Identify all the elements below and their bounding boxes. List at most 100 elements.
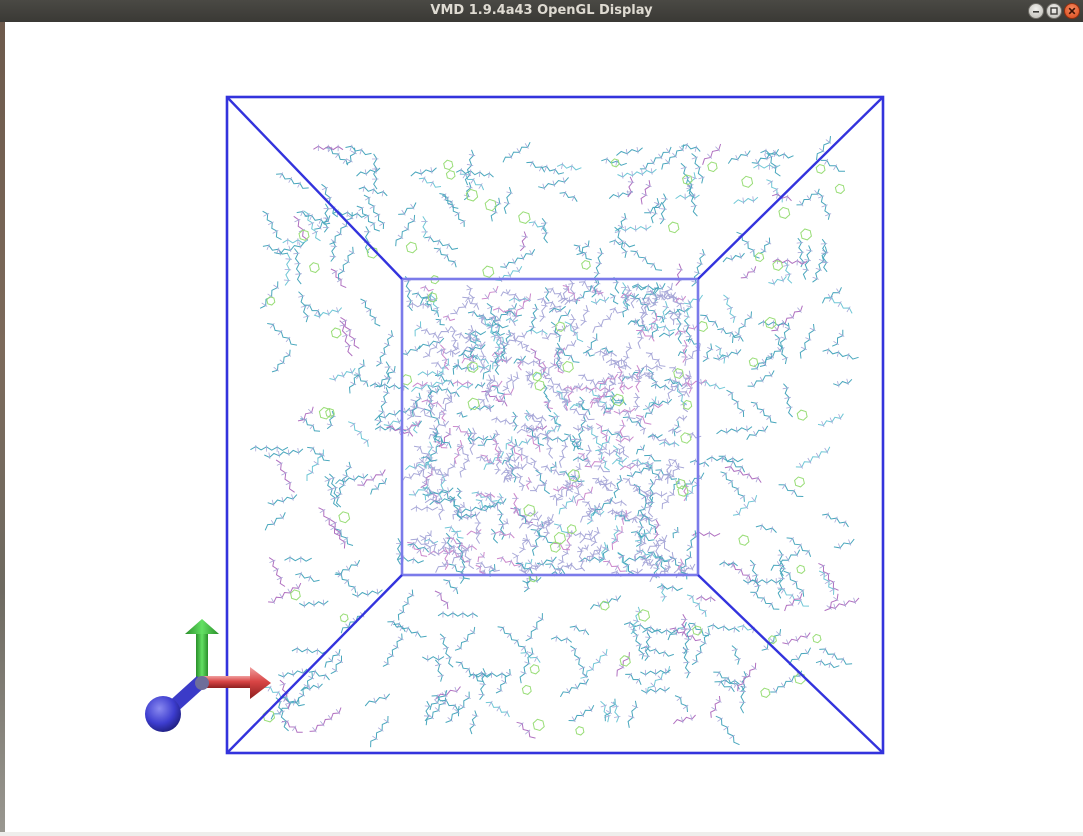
molecule-chain	[520, 652, 541, 663]
molecule-bond	[376, 588, 379, 596]
molecule-bond	[641, 169, 643, 177]
molecule-bond	[454, 453, 461, 456]
molecule-bond	[530, 460, 537, 464]
molecule-chain	[383, 417, 404, 427]
molecular-scene[interactable]	[5, 22, 1083, 832]
molecule-bond	[573, 624, 577, 631]
axes-indicator	[145, 619, 271, 732]
aromatic-ring	[748, 357, 759, 368]
molecule-bond	[805, 337, 812, 341]
molecule-chain	[456, 411, 468, 418]
molecule-bond	[328, 477, 336, 480]
molecule-bond	[494, 469, 501, 471]
title-bar[interactable]: VMD 1.9.4a43 OpenGL Display	[0, 0, 1083, 23]
molecule-bond	[686, 387, 694, 390]
molecule-bond	[546, 447, 553, 450]
molecule-chain	[668, 458, 685, 469]
molecule-bond	[783, 264, 790, 267]
molecule-chain	[422, 656, 445, 661]
molecule-chain	[535, 469, 550, 495]
maximize-button[interactable]	[1046, 3, 1062, 19]
molecule-bond	[661, 293, 663, 301]
molecule-chain	[639, 146, 672, 170]
molecule-bond	[439, 413, 447, 415]
molecule-bond	[294, 263, 301, 265]
molecule-bond	[595, 262, 602, 265]
molecule-bond	[731, 648, 739, 652]
molecule-chain	[686, 530, 697, 552]
molecule-bond	[383, 391, 390, 394]
molecule-bond	[696, 262, 704, 265]
molecule-bond	[683, 306, 686, 314]
molecule-bond	[294, 218, 301, 223]
molecule-chain	[755, 524, 777, 533]
molecule-bond	[623, 383, 625, 391]
molecule-bond	[599, 510, 601, 517]
molecule-bond	[723, 297, 730, 301]
molecule-bond	[330, 521, 337, 526]
molecule-bond	[468, 154, 476, 157]
molecule-bond	[450, 349, 452, 356]
opengl-display[interactable]	[5, 22, 1083, 832]
molecule-bond	[691, 534, 698, 538]
molecule-bond	[614, 361, 616, 368]
molecule-bond	[671, 584, 674, 592]
molecule-bond	[341, 371, 345, 378]
minimize-icon	[1033, 11, 1039, 13]
z-axis-head	[145, 696, 181, 732]
molecule-chain	[519, 231, 527, 252]
molecule-bond	[537, 521, 539, 529]
molecule-chain	[495, 334, 506, 348]
molecule-bond	[774, 337, 782, 341]
molecule-bond	[295, 273, 302, 275]
close-button[interactable]	[1064, 3, 1080, 19]
molecule-bond	[340, 541, 347, 545]
molecule-bond	[594, 281, 601, 285]
molecule-bond	[601, 546, 608, 549]
molecule-chain	[418, 177, 442, 188]
molecule-chain	[727, 150, 751, 164]
molecule-bond	[575, 482, 578, 489]
molecule-bond	[359, 363, 366, 367]
molecule-bond	[632, 634, 640, 638]
molecule-bond	[366, 590, 369, 597]
molecule-bond	[469, 443, 476, 445]
molecule-bond	[692, 659, 699, 663]
molecule-chain	[609, 308, 623, 314]
molecule-bond	[291, 494, 294, 501]
molecule-bond	[273, 568, 280, 572]
molecule-chain	[468, 364, 490, 371]
molecule-bond	[538, 165, 543, 172]
molecule-bond	[676, 268, 684, 271]
molecule-bond	[285, 258, 292, 260]
molecule-bond	[278, 451, 280, 458]
molecule-bond	[645, 687, 647, 695]
molecule-chain	[655, 539, 660, 558]
aromatic-ring	[484, 198, 497, 212]
molecule-chain	[518, 438, 531, 447]
molecule-chain	[644, 454, 662, 462]
molecule-bond	[362, 473, 365, 480]
molecule-bond	[683, 661, 690, 664]
molecule-bond	[819, 659, 823, 666]
molecule-chain	[555, 342, 561, 369]
molecule-bond	[635, 515, 637, 522]
molecule-bond	[612, 306, 616, 314]
molecule-bond	[568, 282, 575, 285]
molecule-bond	[735, 155, 739, 162]
molecule-bond	[480, 381, 483, 389]
solvent-molecules	[250, 136, 860, 748]
molecule-bond	[532, 307, 539, 310]
molecule-bond	[660, 596, 667, 598]
molecule-bond	[276, 462, 283, 466]
molecule-chain	[408, 484, 429, 496]
molecule-bond	[437, 338, 441, 345]
molecule-bond	[435, 663, 442, 667]
molecule-bond	[356, 591, 359, 599]
molecule-bond	[587, 424, 589, 431]
molecule-bond	[636, 568, 639, 575]
minimize-button[interactable]	[1028, 3, 1044, 19]
aromatic-ring	[707, 161, 718, 173]
molecule-chain	[768, 275, 787, 285]
molecule-bond	[580, 419, 588, 422]
